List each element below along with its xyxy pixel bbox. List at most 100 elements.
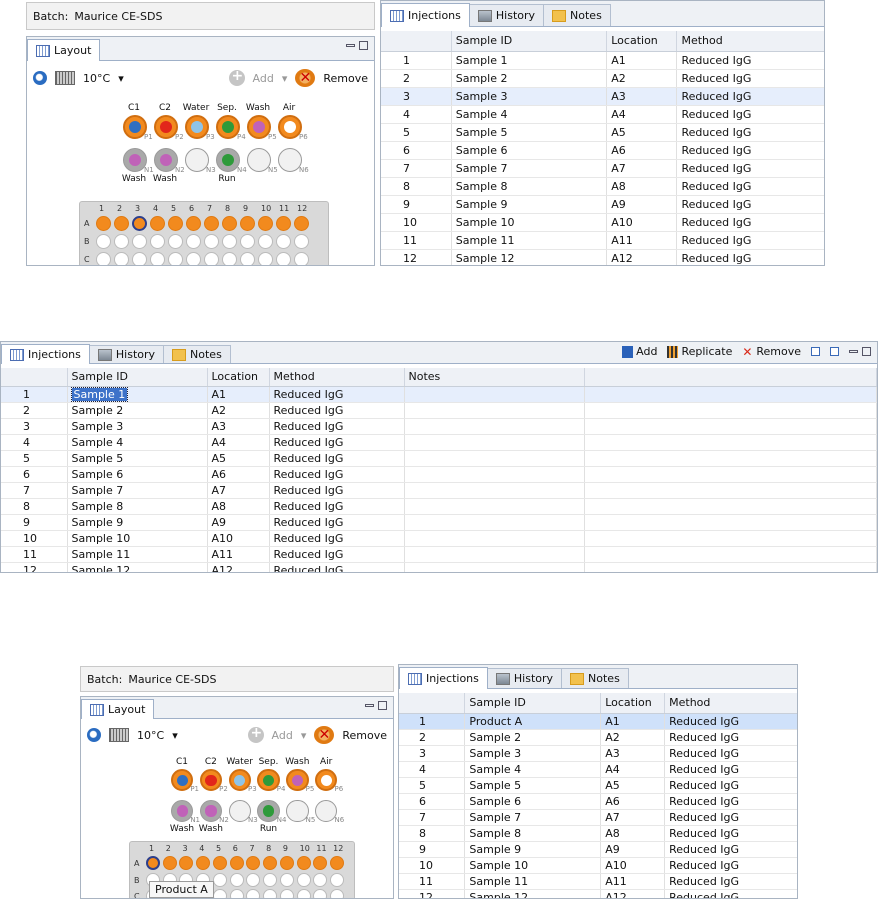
table-cell[interactable]: Sample 6	[67, 466, 208, 483]
table-cell[interactable]: 2	[381, 69, 452, 88]
table-row[interactable]: 5 Sample 5 A5 Reduced IgG	[1, 450, 877, 467]
plate-well[interactable]	[279, 872, 294, 887]
table-cell[interactable]: A5	[207, 450, 270, 467]
table-cell[interactable]: Sample 7	[67, 482, 208, 499]
table-cell[interactable]: Sample 12	[67, 562, 208, 572]
tab-layout[interactable]: Layout	[27, 39, 101, 61]
table-cell[interactable]: Reduced IgG	[676, 249, 824, 265]
table-cell[interactable]: Sample 12	[451, 249, 608, 265]
plate-well[interactable]	[276, 252, 291, 265]
plate-well[interactable]	[204, 216, 219, 231]
table-cell[interactable]: 2	[1, 402, 68, 419]
plate-well[interactable]	[263, 872, 278, 887]
temperature-value[interactable]: 10°C	[137, 729, 164, 742]
table-cell[interactable]: 3	[1, 418, 68, 435]
plate-well[interactable]	[258, 234, 273, 249]
plate-well[interactable]	[229, 856, 244, 870]
table-cell[interactable]: A6	[600, 793, 666, 810]
plate-well[interactable]	[168, 234, 183, 249]
replicate-button[interactable]: Replicate	[667, 345, 732, 358]
table-cell[interactable]: Sample 7	[464, 809, 602, 826]
add-row-button[interactable]: Add	[622, 345, 657, 358]
table-cell[interactable]: Sample 1	[451, 51, 608, 70]
plate-well[interactable]	[330, 872, 345, 887]
temperature-value[interactable]: 10°C	[83, 72, 110, 85]
table-cell[interactable]: A10	[600, 857, 666, 874]
table-cell[interactable]: Sample 8	[67, 498, 208, 515]
tab-notes[interactable]: Notes	[561, 668, 629, 688]
maximize-icon[interactable]	[378, 701, 387, 710]
table-cell[interactable]: Reduced IgG	[664, 745, 797, 762]
table-cell[interactable]: Reduced IgG	[269, 498, 405, 515]
tab-injections[interactable]: Injections	[1, 344, 90, 364]
table-cell[interactable]	[404, 386, 585, 403]
plate-well[interactable]	[246, 872, 261, 887]
table-cell[interactable]: Reduced IgG	[269, 514, 405, 531]
table-cell[interactable]: 1	[381, 51, 452, 70]
table-row[interactable]: 1 Product A A1 Reduced IgG	[399, 713, 797, 730]
plate-well[interactable]	[186, 234, 201, 249]
table-row[interactable]: 8 Sample 8 A8 Reduced IgG	[381, 177, 824, 196]
table-cell[interactable]: 1	[1, 386, 68, 403]
plate-well[interactable]	[222, 234, 237, 249]
table-cell[interactable]: Sample 2	[464, 729, 602, 746]
column-header[interactable]: Sample ID	[451, 31, 608, 52]
column-header[interactable]: Location	[600, 693, 666, 714]
plate-well[interactable]	[186, 252, 201, 265]
table-cell[interactable]	[404, 546, 585, 563]
table-row[interactable]: 9 Sample 9 A9 Reduced IgG	[381, 195, 824, 214]
table-cell[interactable]: 11	[399, 873, 466, 890]
table-cell[interactable]: Reduced IgG	[664, 809, 797, 826]
table-cell[interactable]: 7	[1, 482, 68, 499]
table-cell[interactable]: Reduced IgG	[676, 105, 824, 124]
table-cell[interactable]: Reduced IgG	[269, 546, 405, 563]
plate-well[interactable]	[296, 889, 311, 898]
expand-icon[interactable]	[811, 347, 820, 356]
table-cell[interactable]: Product A	[464, 713, 602, 730]
column-header[interactable]: Sample ID	[67, 368, 208, 387]
table-cell[interactable]: Sample 9	[67, 514, 208, 531]
table-cell[interactable]: Sample 1	[67, 386, 208, 403]
refresh-icon[interactable]	[33, 71, 47, 85]
table-cell[interactable]: Sample 5	[67, 450, 208, 467]
table-cell[interactable]: A7	[207, 482, 270, 499]
plate-well[interactable]	[258, 216, 273, 231]
table-cell[interactable]: Sample 12	[464, 889, 602, 898]
table-cell[interactable]: Sample 6	[451, 141, 608, 160]
table-cell[interactable]: 4	[399, 761, 466, 778]
plate-well[interactable]	[240, 252, 255, 265]
tab-notes[interactable]: Notes	[543, 4, 611, 26]
table-row[interactable]: 5 Sample 5 A5 Reduced IgG	[381, 123, 824, 142]
table-cell[interactable]: Reduced IgG	[676, 231, 824, 250]
plate-well[interactable]	[114, 252, 129, 265]
table-cell[interactable]	[404, 402, 585, 419]
plate-well[interactable]	[294, 252, 309, 265]
table-row[interactable]: 6 Sample 6 A6 Reduced IgG	[399, 793, 797, 810]
table-row[interactable]: 3 Sample 3 A3 Reduced IgG	[399, 745, 797, 762]
column-header[interactable]: Location	[606, 31, 678, 52]
plate-well[interactable]	[168, 252, 183, 265]
plate-well[interactable]	[240, 234, 255, 249]
table-row[interactable]: 7 Sample 7 A7 Reduced IgG	[381, 159, 824, 178]
table-cell[interactable]: Sample 11	[67, 546, 208, 563]
chevron-down-icon[interactable]: ▾	[118, 72, 124, 85]
table-cell[interactable]: A11	[600, 873, 666, 890]
table-cell[interactable]: Reduced IgG	[269, 450, 405, 467]
table-cell[interactable]: Reduced IgG	[664, 793, 797, 810]
table-cell[interactable]: Reduced IgG	[269, 434, 405, 451]
minimize-icon[interactable]	[346, 44, 355, 47]
table-cell[interactable]: 9	[381, 195, 452, 214]
tab-notes[interactable]: Notes	[163, 345, 231, 363]
table-cell[interactable]: A3	[606, 87, 678, 106]
plate-well[interactable]	[204, 252, 219, 265]
table-row[interactable]: 3 Sample 3 A3 Reduced IgG	[1, 418, 877, 435]
remove-icon[interactable]: ✕	[295, 69, 316, 87]
refresh-icon[interactable]	[87, 728, 101, 742]
table-row[interactable]: 2 Sample 2 A2 Reduced IgG	[381, 69, 824, 88]
table-cell[interactable]: Sample 10	[464, 857, 602, 874]
plate-well[interactable]	[258, 252, 273, 265]
plate-well[interactable]	[279, 856, 294, 870]
minimize-icon[interactable]	[365, 704, 374, 707]
table-cell[interactable]: Sample 11	[451, 231, 608, 250]
plate-well[interactable]	[212, 889, 227, 898]
